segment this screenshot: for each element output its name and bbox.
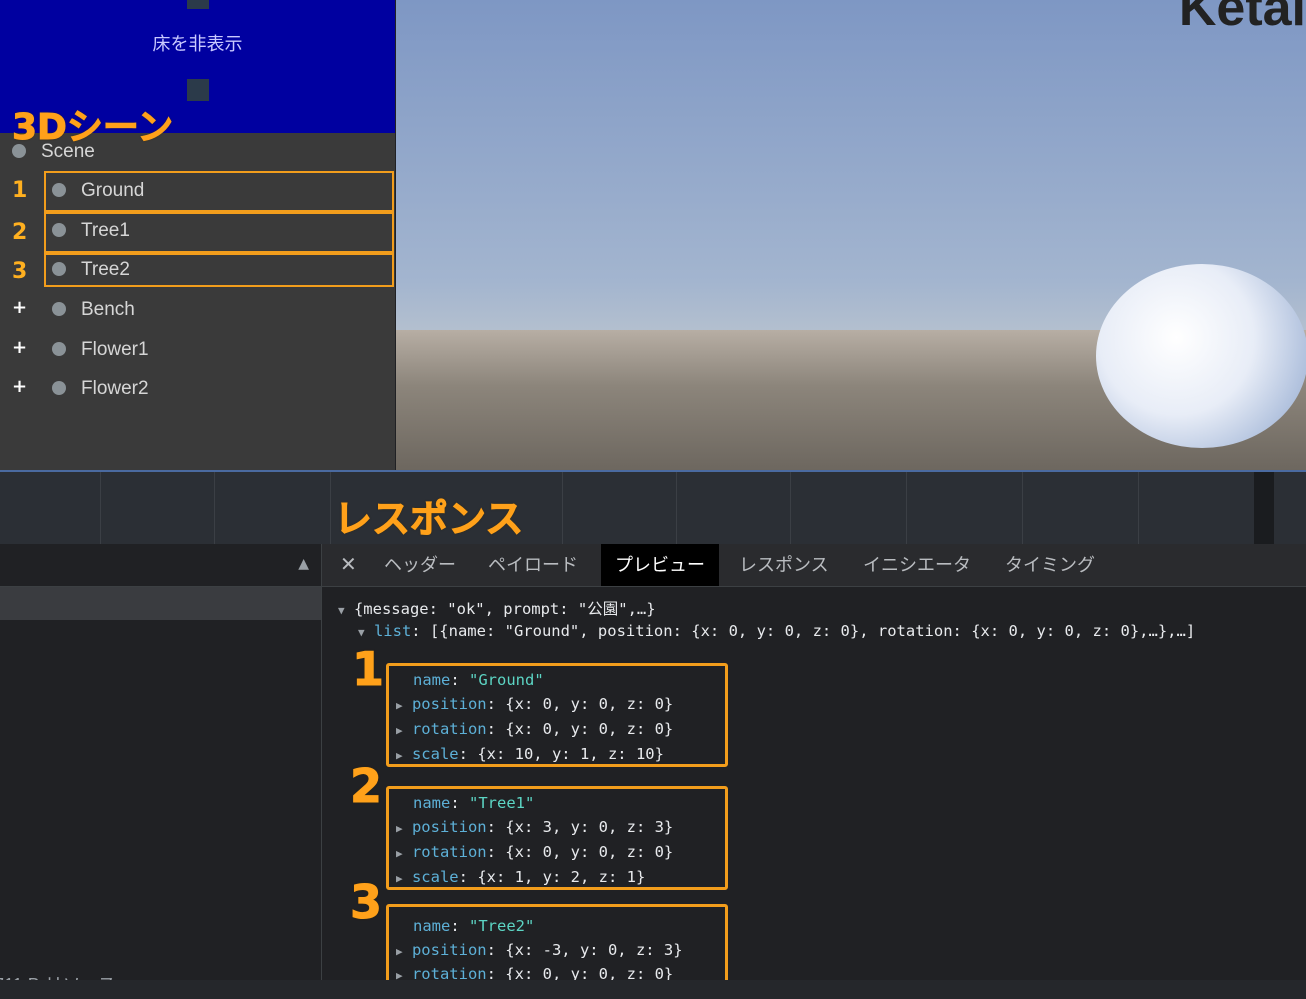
marker-number-2: 2	[349, 759, 383, 814]
expand-plus-icon[interactable]: +	[12, 297, 27, 318]
tree-item-label: Tree1	[81, 220, 130, 241]
selected-request-row[interactable]	[0, 587, 321, 620]
node-dot-icon	[52, 262, 66, 276]
root-summary: {message: "ok", prompt: "公園",…}	[353, 600, 656, 618]
tree-item-label: Flower2	[81, 378, 149, 399]
3d-viewport[interactable]: Ketal	[396, 0, 1306, 470]
position-property[interactable]: ▶ position: {x: -3, y: 0, z: 3}	[396, 941, 683, 959]
list-key: list	[373, 622, 412, 640]
toggle-marker-top	[187, 0, 209, 9]
toggle-marker-bottom	[187, 79, 209, 101]
tab-preview[interactable]: プレビュー	[601, 544, 719, 586]
tree-item-label: Tree2	[81, 259, 130, 280]
position-property[interactable]: ▶ position: {x: 0, y: 0, z: 0}	[396, 695, 673, 713]
scale-property[interactable]: ▶ scale: {x: 1, y: 2, z: 1}	[396, 868, 645, 886]
bottom-status-strip	[0, 980, 1306, 999]
node-dot-icon	[52, 183, 66, 197]
node-dot-icon	[52, 381, 66, 395]
preview-pane: ▼ {message: "ok", prompt: "公園",…} ▼ list…	[322, 587, 1306, 999]
scale-property[interactable]: ▶ scale: {x: 10, y: 1, z: 10}	[396, 745, 664, 763]
request-list-panel: ▲ 711 B リソース	[0, 544, 322, 999]
marker-number-3: 3	[349, 875, 383, 930]
root-object-line[interactable]: ▼ {message: "ok", prompt: "公園",…}	[338, 597, 656, 619]
name-property: name: "Tree2"	[413, 917, 535, 935]
viewport-title-fragment: Ketal	[1178, 0, 1306, 37]
rotation-property[interactable]: ▶ rotation: {x: 0, y: 0, z: 0}	[396, 843, 673, 861]
marker-number-2: 2	[12, 220, 28, 245]
node-dot-icon	[52, 223, 66, 237]
tab-timing[interactable]: タイミング	[1005, 544, 1095, 586]
list-summary: : [{name: "Ground", position: {x: 0, y: …	[411, 622, 1196, 640]
devtools-toolbar-strip	[0, 470, 1306, 544]
detail-tab-bar: ✕ ヘッダー ペイロード プレビュー レスポンス イニシエータ タイミング	[322, 544, 1306, 587]
collapse-icon[interactable]: ▲	[298, 556, 309, 572]
name-property: name: "Ground"	[413, 671, 544, 689]
expanded-triangle-icon: ▼	[338, 604, 345, 617]
expand-plus-icon[interactable]: +	[12, 337, 27, 358]
node-dot-icon	[52, 342, 66, 356]
position-property[interactable]: ▶ position: {x: 3, y: 0, z: 3}	[396, 818, 673, 836]
expanded-triangle-icon: ▼	[358, 626, 365, 639]
tree-item-label: Ground	[81, 180, 145, 201]
scene-callout: 3Dシーン	[11, 107, 174, 149]
marker-number-3: 3	[12, 259, 28, 284]
tree-item-label: Bench	[81, 299, 135, 320]
response-callout: レスポンス	[333, 497, 524, 542]
expand-plus-icon[interactable]: +	[12, 376, 27, 397]
tab-payload[interactable]: ペイロード	[488, 544, 578, 586]
name-property: name: "Tree1"	[413, 794, 535, 812]
node-dot-icon	[52, 302, 66, 316]
rotation-property[interactable]: ▶ rotation: {x: 0, y: 0, z: 0}	[396, 720, 673, 738]
marker-number-1: 1	[351, 642, 385, 697]
tab-headers[interactable]: ヘッダー	[384, 544, 456, 586]
scene-tree-panel: Scene 1 Ground 2 Tree1 3 Tree2 + Bench +…	[0, 133, 395, 470]
marker-number-1: 1	[12, 178, 28, 203]
close-icon[interactable]: ✕	[340, 544, 357, 586]
sphere-object	[1096, 264, 1306, 448]
request-list-header: ▲	[0, 544, 321, 587]
tab-initiator[interactable]: イニシエータ	[863, 544, 971, 586]
tree-item-label: Flower1	[81, 339, 149, 360]
tab-response[interactable]: レスポンス	[739, 544, 829, 586]
list-line[interactable]: ▼ list: [{name: "Ground", position: {x: …	[358, 622, 1195, 640]
hide-floor-button[interactable]: 床を非表示	[0, 30, 395, 56]
